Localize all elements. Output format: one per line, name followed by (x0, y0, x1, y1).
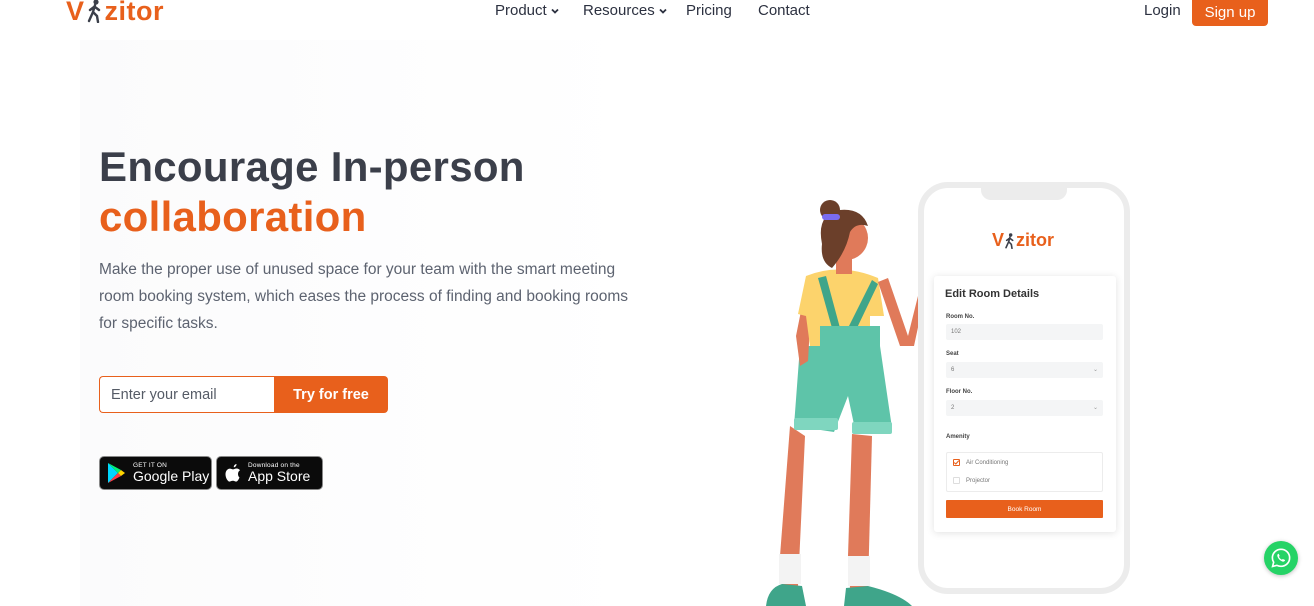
amenity-ac-label: Air Conditioning (966, 459, 1009, 466)
checkbox-unchecked-icon[interactable] (953, 477, 960, 484)
amenity-item[interactable]: Air Conditioning (953, 459, 1008, 466)
hero-description: Make the proper use of unused space for … (99, 261, 629, 332)
seat-select[interactable]: 6 ⌄ (946, 362, 1103, 378)
apple-icon (225, 464, 240, 482)
phone-logo-zitor: zitor (1016, 230, 1055, 250)
logo-text-v: V (66, 0, 85, 26)
nav-pricing[interactable]: Pricing (686, 2, 732, 19)
woman-illustration (766, 200, 932, 606)
seat-label: Seat (946, 351, 959, 357)
phone-logo-v: V (992, 230, 1005, 250)
phone-mockup: V zitor Edit Room Details Room No. 102 S… (918, 182, 1130, 594)
edit-room-card: Edit Room Details Room No. 102 Seat 6 ⌄ … (934, 276, 1116, 532)
nav-resources-label: Resources (583, 2, 655, 19)
book-room-button[interactable]: Book Room (946, 500, 1103, 518)
chevron-down-icon: ⌄ (1092, 405, 1098, 411)
walker-logo-icon (87, 0, 100, 23)
nav-product-label: Product (495, 2, 547, 19)
hero-title-highlight: collaboration (99, 193, 367, 240)
card-title: Edit Room Details (945, 288, 1040, 300)
floor-no-label: Floor No. (946, 389, 973, 395)
room-no-field[interactable]: 102 (946, 324, 1103, 340)
google-play-big-text: Google Play (133, 468, 210, 484)
whatsapp-icon (1271, 548, 1291, 568)
signup-form: Try for free (99, 376, 388, 413)
nav-resources[interactable]: Resources (583, 2, 667, 19)
logo-text-zitor: zitor (104, 0, 165, 26)
nav-contact-label: Contact (758, 2, 810, 19)
checkbox-checked-icon[interactable] (953, 459, 960, 466)
room-no-value: 102 (951, 329, 962, 335)
seat-value: 6 (951, 367, 955, 373)
signup-button[interactable]: Sign up (1192, 0, 1268, 26)
google-play-icon (108, 463, 125, 483)
amenity-item[interactable]: Projector (953, 477, 990, 484)
nav-contact[interactable]: Contact (758, 2, 810, 19)
email-input[interactable] (99, 376, 274, 413)
try-for-free-button[interactable]: Try for free (274, 376, 388, 413)
whatsapp-chat-button[interactable] (1264, 541, 1298, 575)
room-no-label: Room No. (946, 314, 975, 320)
app-store-big-text: App Store (248, 468, 311, 484)
floor-no-select[interactable]: 2 ⌄ (946, 400, 1103, 416)
phone-notch (981, 186, 1067, 200)
chevron-down-icon: ⌄ (1092, 367, 1098, 373)
amenity-projector-label: Projector (966, 477, 991, 484)
walker-logo-icon (1005, 232, 1014, 249)
phone-app-logo: V zitor (992, 230, 1054, 251)
chevron-down-icon (659, 8, 667, 14)
app-store-badge[interactable]: Download on the App Store (216, 456, 323, 490)
google-play-badge[interactable]: GET IT ON Google Play (99, 456, 212, 490)
nav-product[interactable]: Product (495, 2, 559, 19)
chevron-down-icon (551, 8, 559, 14)
site-logo[interactable]: V zitor (66, 0, 164, 26)
login-link[interactable]: Login (1144, 2, 1181, 19)
hero-title-line1: Encourage In-person (99, 143, 525, 190)
floor-no-value: 2 (951, 405, 955, 411)
amenity-label: Amenity (946, 434, 970, 440)
nav-pricing-label: Pricing (686, 2, 732, 19)
amenity-list: Air Conditioning Projector (946, 452, 1103, 492)
